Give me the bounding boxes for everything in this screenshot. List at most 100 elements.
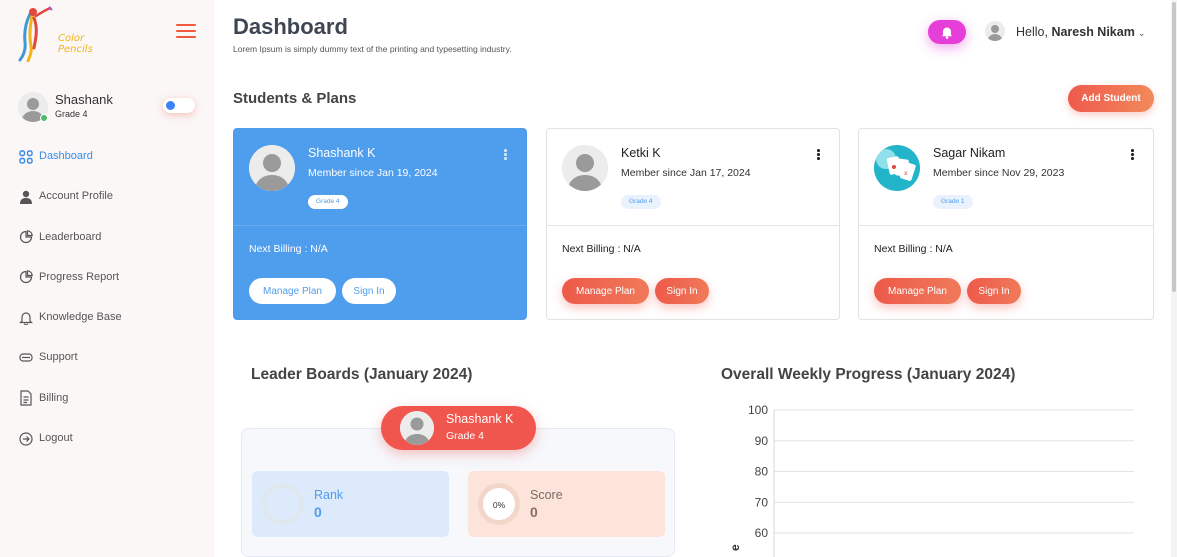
user-avatar-icon <box>249 145 295 191</box>
avatar: x <box>874 145 920 191</box>
app: Color Pencils Shashank Grade 4 Dashboard… <box>0 0 1177 557</box>
avatar <box>400 411 434 445</box>
weekly-progress-chart: 100 90 80 70 60 e <box>728 403 1134 557</box>
user-menu[interactable]: Hello, Naresh Nikam ⌄ <box>1016 25 1145 39</box>
member-since: Member since Jan 17, 2024 <box>621 167 751 179</box>
manage-plan-button[interactable]: Manage Plan <box>562 278 649 304</box>
menu-toggle-button[interactable] <box>176 24 196 38</box>
profile-name: Shashank <box>55 92 113 107</box>
user-avatar-icon <box>985 21 1005 41</box>
chart-y-axis-label: e <box>728 544 742 551</box>
manage-plan-button[interactable]: Manage Plan <box>249 278 336 304</box>
hamburger-line <box>176 24 196 26</box>
sidebar-item-dashboard[interactable]: Dashboard <box>18 149 208 189</box>
user-icon <box>18 189 33 204</box>
brand-logo[interactable]: Color Pencils <box>16 6 112 63</box>
avatar <box>562 145 608 191</box>
chat-icon <box>18 350 33 365</box>
brand-logo-text: Color Pencils <box>58 33 93 55</box>
theme-toggle[interactable] <box>163 98 195 113</box>
online-status-dot <box>40 114 48 122</box>
divider <box>547 225 839 226</box>
more-options-icon[interactable] <box>817 149 821 161</box>
svg-text:x: x <box>904 170 908 177</box>
student-name: Shashank K <box>308 146 376 160</box>
sidebar-item-label: Support <box>39 351 78 364</box>
student-card[interactable]: Shashank K Member since Jan 19, 2024 Gra… <box>233 128 527 320</box>
hamburger-line <box>176 30 196 32</box>
chart-y-tick-label: 100 <box>748 403 768 417</box>
user-name: Naresh Nikam <box>1051 25 1135 39</box>
sidebar-item-label: Logout <box>39 432 73 445</box>
document-icon <box>18 390 33 406</box>
sidebar-item-label: Dashboard <box>39 150 93 162</box>
sidebar-item-label: Knowledge Base <box>39 311 122 324</box>
sidebar-item-leaderboard[interactable]: Leaderboard <box>18 230 208 270</box>
sidebar-item-support[interactable]: Support <box>18 350 208 390</box>
chart-y-tick-label: 80 <box>755 465 769 479</box>
sidebar-item-knowledge-base[interactable]: Knowledge Base <box>18 310 208 350</box>
grade-badge: Grade 4 <box>308 195 348 209</box>
sidebar-nav: Dashboard Account Profile Leaderboard Pr… <box>18 149 208 471</box>
sign-in-button[interactable]: Sign In <box>342 278 396 304</box>
page-subtitle: Lorem Ipsum is simply dummy text of the … <box>233 44 512 54</box>
greeting-text: Hello, <box>1016 25 1048 39</box>
score-label: Score <box>530 488 563 502</box>
rank-ring <box>262 483 304 525</box>
user-avatar-icon <box>562 145 608 191</box>
sidebar-item-label: Billing <box>39 391 69 404</box>
member-since: Member since Nov 29, 2023 <box>933 167 1065 179</box>
manage-plan-button[interactable]: Manage Plan <box>874 278 961 304</box>
scrollbar-thumb[interactable] <box>1172 2 1176 292</box>
score-card: 0% Score 0 <box>468 471 665 537</box>
add-student-button[interactable]: Add Student <box>1068 85 1154 112</box>
next-billing: Next Billing : N/A <box>874 243 953 255</box>
sidebar-item-progress-report[interactable]: Progress Report <box>18 270 208 310</box>
member-since: Member since Jan 19, 2024 <box>308 167 438 179</box>
sidebar-item-label: Leaderboard <box>39 230 102 243</box>
grade-badge: Grade 4 <box>621 195 661 209</box>
chart-y-tick-label: 60 <box>755 526 769 540</box>
more-options-icon[interactable] <box>504 149 508 161</box>
sign-in-button[interactable]: Sign In <box>655 278 709 304</box>
profile-grade: Grade 4 <box>55 109 88 119</box>
user-avatar-icon <box>400 411 434 445</box>
sidebar-item-label: Account Profile <box>39 190 113 203</box>
sidebar-item-logout[interactable]: Logout <box>18 431 208 471</box>
leaderboard-student-grade: Grade 4 <box>446 430 484 442</box>
header-avatar[interactable] <box>985 21 1005 41</box>
divider <box>859 225 1153 226</box>
student-card[interactable]: x Sagar Nikam Member since Nov 29, 2023 … <box>858 128 1154 320</box>
students-section-title: Students & Plans <box>233 90 357 107</box>
student-card[interactable]: Ketki K Member since Jan 17, 2024 Grade … <box>546 128 840 320</box>
more-options-icon[interactable] <box>1131 149 1135 161</box>
dashboard-grid-icon <box>18 149 33 164</box>
hamburger-line <box>176 36 196 38</box>
rank-value: 0 <box>314 504 322 520</box>
leaderboard-student-name: Shashank K <box>446 412 514 426</box>
toggle-knob <box>166 101 175 110</box>
page-title: Dashboard <box>233 14 348 39</box>
pencil-figure-icon <box>18 6 53 63</box>
student-name: Ketki K <box>621 146 661 160</box>
sidebar-item-billing[interactable]: Billing <box>18 390 208 431</box>
chart-y-tick-label: 90 <box>755 434 769 448</box>
pie-chart-icon <box>18 230 33 245</box>
student-name: Sagar Nikam <box>933 146 1006 160</box>
playing-cards-avatar-icon: x <box>874 145 920 191</box>
sign-in-button[interactable]: Sign In <box>967 278 1021 304</box>
progress-title: Overall Weekly Progress (January 2024) <box>721 366 1016 383</box>
chart-y-tick-label: 70 <box>755 495 769 509</box>
score-value: 0 <box>530 504 538 520</box>
sidebar-item-account-profile[interactable]: Account Profile <box>18 189 208 229</box>
notification-button[interactable] <box>928 20 966 44</box>
grade-badge: Grade 1 <box>933 195 973 209</box>
avatar <box>249 145 295 191</box>
rank-card: Rank 0 <box>252 471 449 537</box>
bell-icon <box>941 27 953 39</box>
next-billing: Next Billing : N/A <box>249 243 328 255</box>
logout-icon <box>18 431 33 446</box>
chevron-down-icon: ⌄ <box>1137 28 1146 38</box>
leaderboard-top-student: Shashank K Grade 4 <box>381 406 536 450</box>
leaderboard-title: Leader Boards (January 2024) <box>251 366 473 383</box>
